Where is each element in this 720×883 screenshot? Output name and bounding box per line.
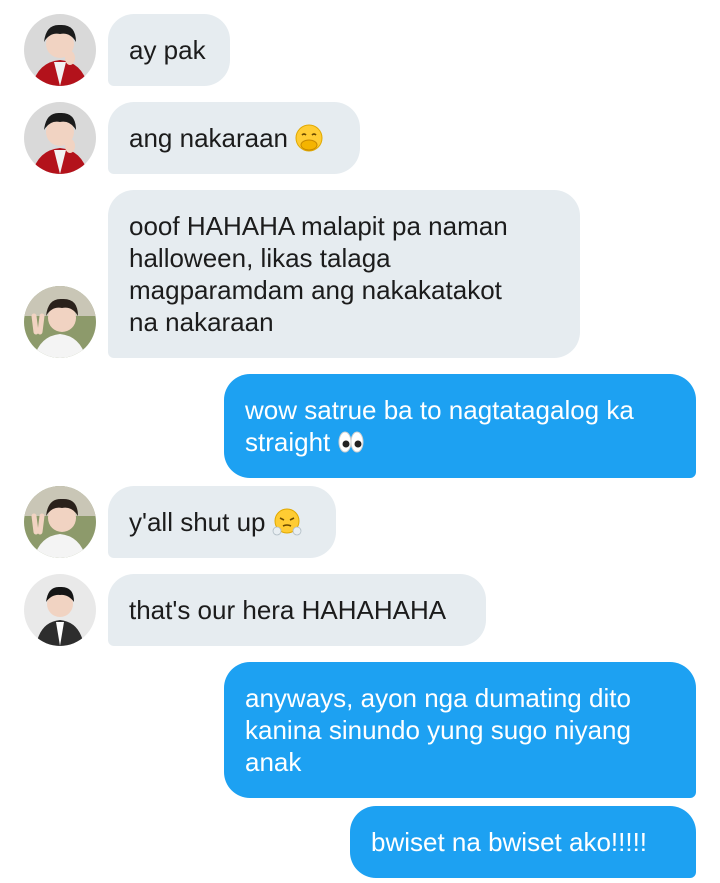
message-bubble-8[interactable]: bwiset na bwiset ako!!!!! bbox=[350, 806, 696, 878]
message-text: halloween, likas talaga bbox=[129, 243, 391, 273]
message-text: anyways, ayon nga dumating dito bbox=[245, 683, 631, 713]
message-bubble-7[interactable]: anyways, ayon nga dumating dito kanina s… bbox=[224, 662, 696, 798]
message-bubble-1[interactable]: ay pak bbox=[108, 14, 230, 86]
hand-over-mouth-emoji bbox=[294, 123, 324, 153]
message-text: bwiset na bwiset ako!!!!! bbox=[371, 827, 648, 857]
message-bubble-3[interactable]: ooof HAHAHA malapit pa naman halloween, … bbox=[108, 190, 580, 358]
message-text: that's our hera HAHAHAHA bbox=[129, 595, 447, 625]
message-text: y'all shut up bbox=[129, 507, 266, 537]
message-text: anak bbox=[245, 747, 302, 777]
avatar-red-jacket[interactable] bbox=[24, 14, 96, 86]
message-bubble-6[interactable]: that's our hera HAHAHAHA bbox=[108, 574, 486, 646]
avatar-red-jacket[interactable] bbox=[24, 102, 96, 174]
message-text: ooof HAHAHA malapit pa naman bbox=[129, 211, 508, 241]
avatar-peace-sign[interactable] bbox=[24, 286, 96, 358]
message-text: na nakaraan bbox=[129, 307, 274, 337]
message-text: straight bbox=[245, 427, 331, 457]
message-bubble-4[interactable]: wow satrue ba to nagtatagalog ka straigh… bbox=[224, 374, 696, 478]
avatar-peace-sign[interactable] bbox=[24, 486, 96, 558]
message-text: magparamdam ang nakakatakot bbox=[129, 275, 502, 305]
message-bubble-5[interactable]: y'all shut up bbox=[108, 486, 336, 558]
message-text: kanina sinundo yung sugo niyang bbox=[245, 715, 631, 745]
steam-from-nose-emoji bbox=[272, 507, 302, 537]
message-text: ay pak bbox=[129, 35, 206, 65]
message-text: ang nakaraan bbox=[129, 123, 289, 153]
message-text: wow satrue ba to nagtatagalog ka bbox=[245, 395, 634, 425]
eyes-emoji bbox=[336, 427, 366, 457]
message-bubble-2[interactable]: ang nakaraan bbox=[108, 102, 360, 174]
avatar-suit[interactable] bbox=[24, 574, 96, 646]
